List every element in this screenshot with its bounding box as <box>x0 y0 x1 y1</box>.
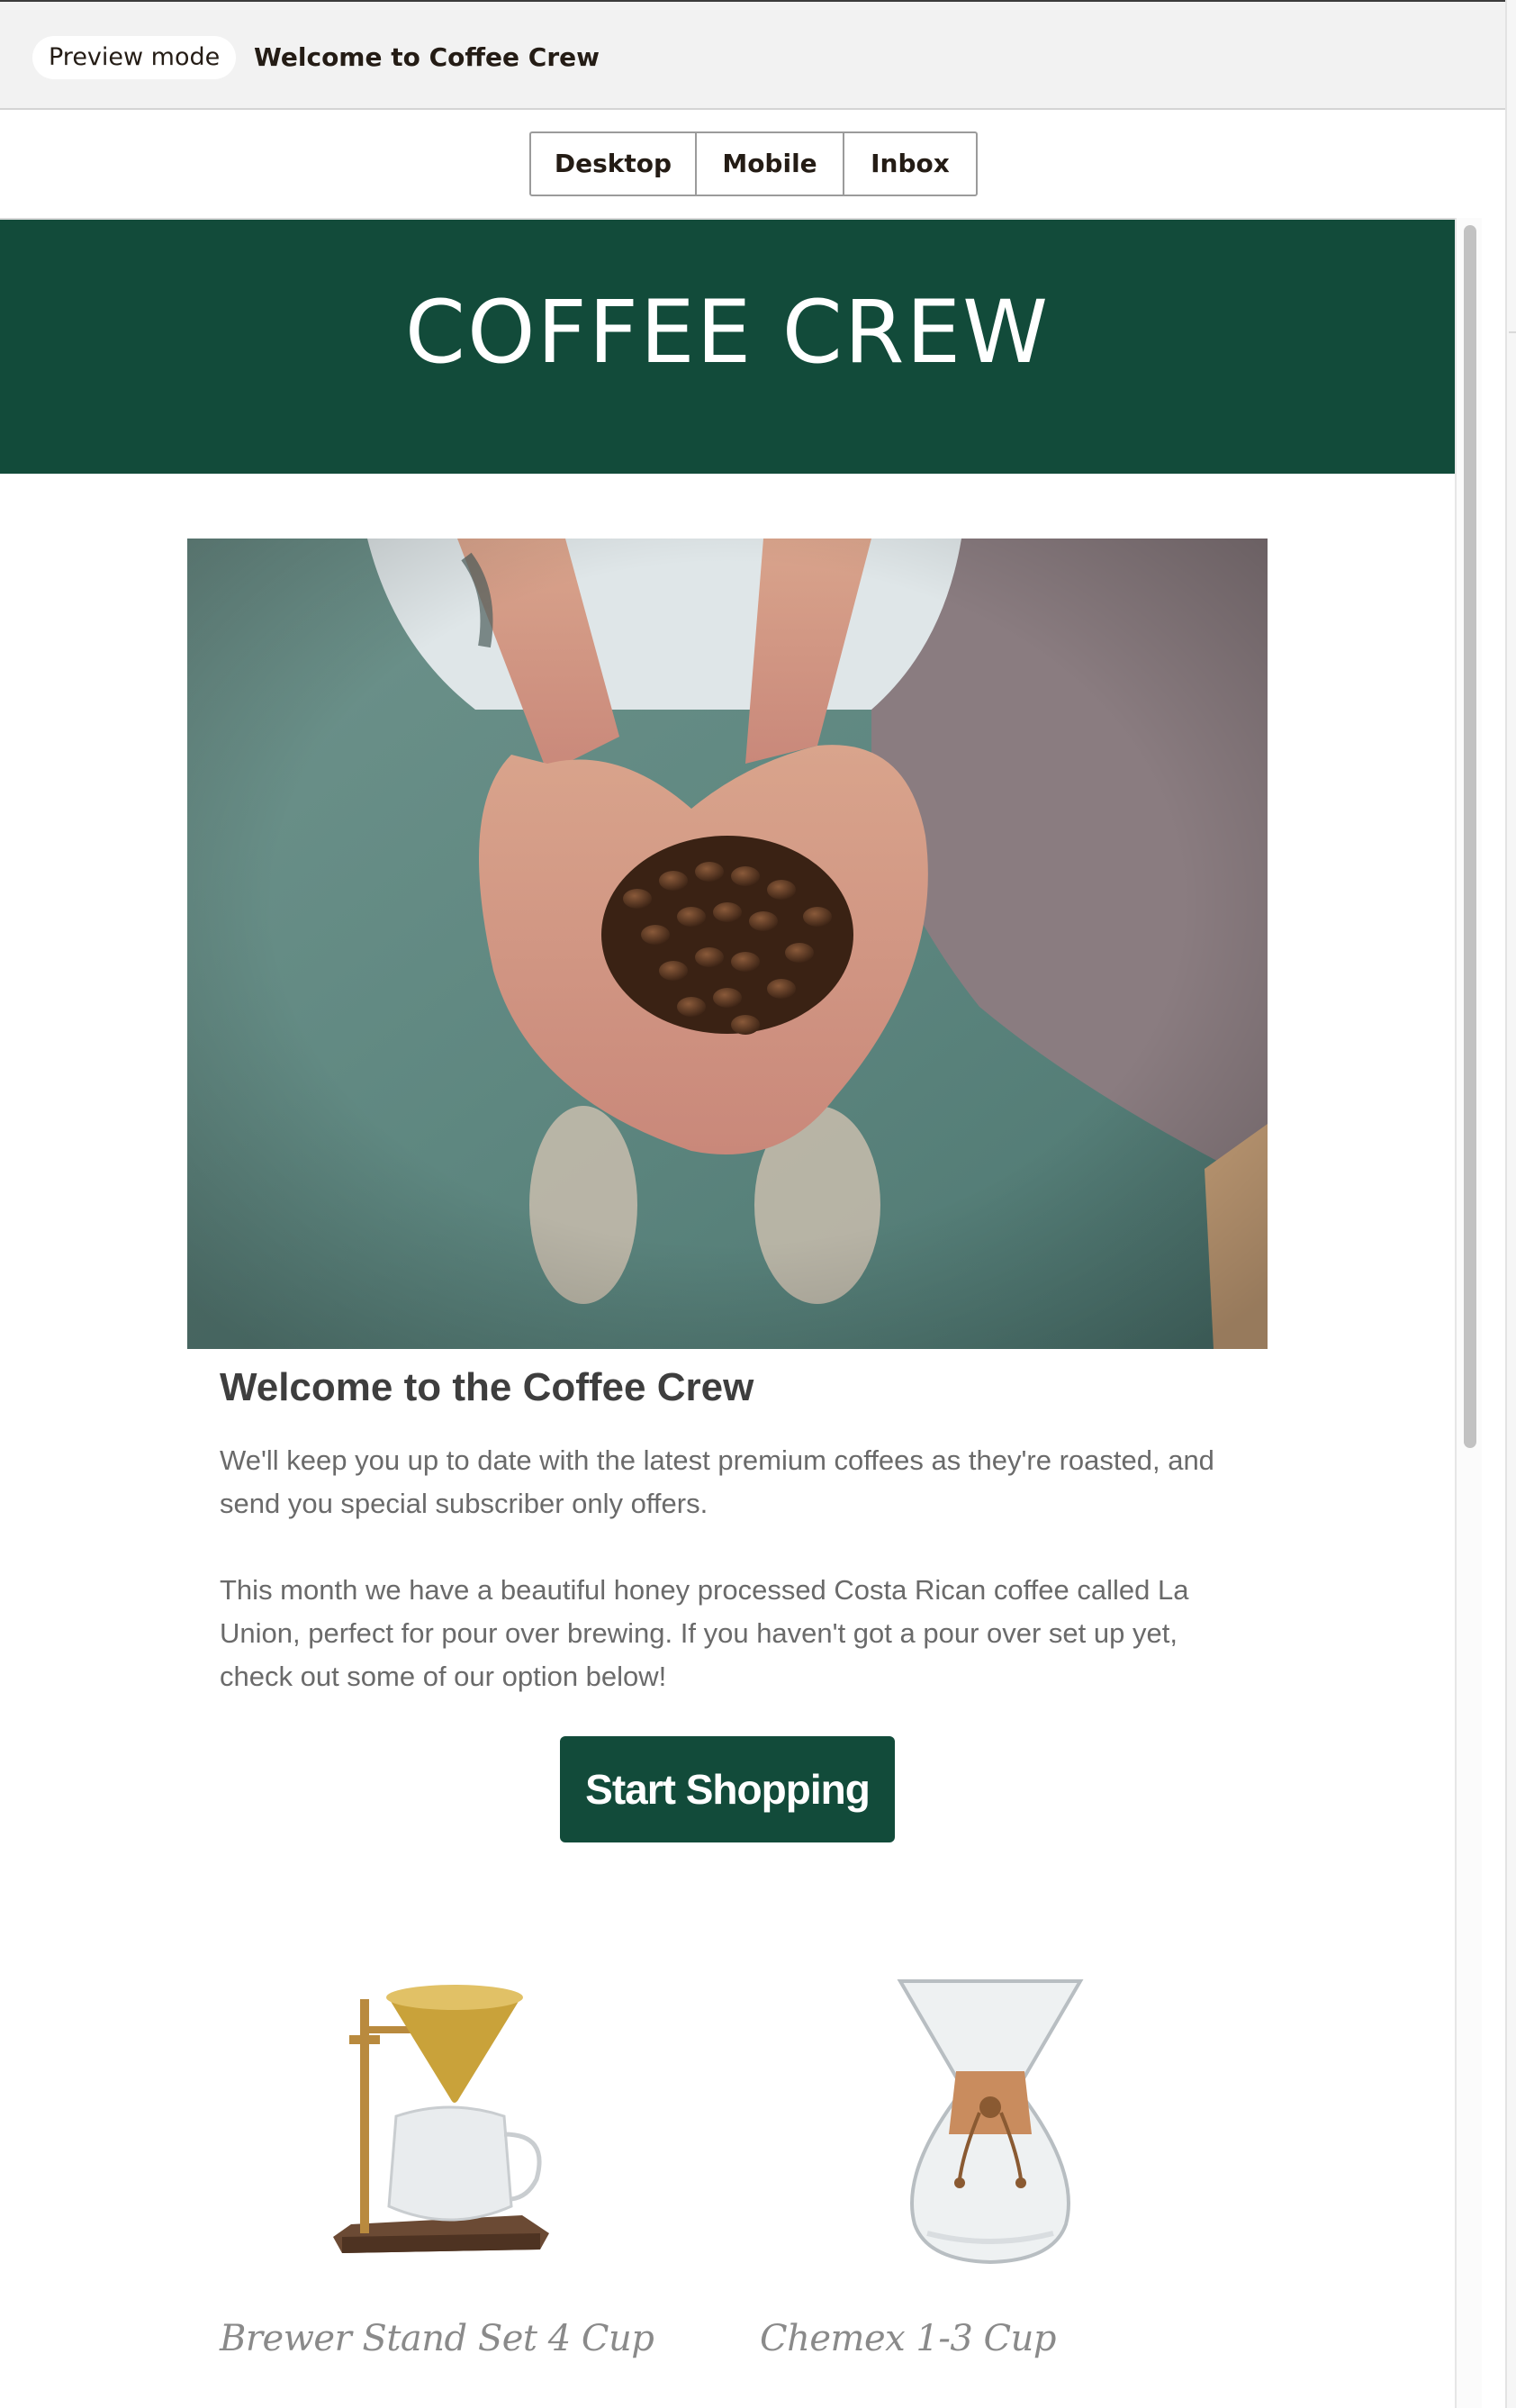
preview-scrollbar[interactable] <box>1455 218 1482 2408</box>
intro-paragraph: We'll keep you up to date with the lates… <box>220 1444 1214 1519</box>
email-preview-frame: COFFEE CREW Welcome to the Coffee Crew W… <box>0 218 1482 2408</box>
scrollbar-thumb[interactable] <box>1464 225 1476 1448</box>
view-switcher: Desktop Mobile Inbox <box>529 131 978 196</box>
preview-topbar: Preview mode Welcome to Coffee Crew <box>0 0 1516 110</box>
chemex-illustration <box>897 1979 1084 2265</box>
promo-paragraph: This month we have a beautiful honey pro… <box>220 1574 1189 1692</box>
preview-mode-badge: Preview mode <box>32 36 237 79</box>
view-switcher-row: Desktop Mobile Inbox <box>0 110 1516 218</box>
email-headline: Welcome to the Coffee Crew <box>220 1365 754 1409</box>
campaign-title: Welcome to Coffee Crew <box>254 42 600 72</box>
brewer-stand-illustration <box>333 1985 549 2253</box>
product-name-brewer-stand[interactable]: Brewer Stand Set 4 Cup <box>220 2318 654 2359</box>
email-header-banner: COFFEE CREW <box>0 220 1455 474</box>
side-panel-edge <box>1505 0 1516 2408</box>
brand-logo-text: COFFEE CREW <box>404 282 1051 383</box>
product-name-chemex[interactable]: Chemex 1-3 Cup <box>760 2318 1057 2359</box>
mobile-view-button[interactable]: Mobile <box>697 133 844 195</box>
coffee-hands-photo <box>187 539 1268 1349</box>
brewer-stand-image[interactable] <box>324 1963 558 2269</box>
chemex-image[interactable] <box>873 1963 1107 2269</box>
desktop-view-button[interactable]: Desktop <box>531 133 697 195</box>
start-shopping-button[interactable]: Start Shopping <box>560 1736 895 1842</box>
hero-image <box>187 539 1268 1349</box>
inbox-view-button[interactable]: Inbox <box>844 133 976 195</box>
